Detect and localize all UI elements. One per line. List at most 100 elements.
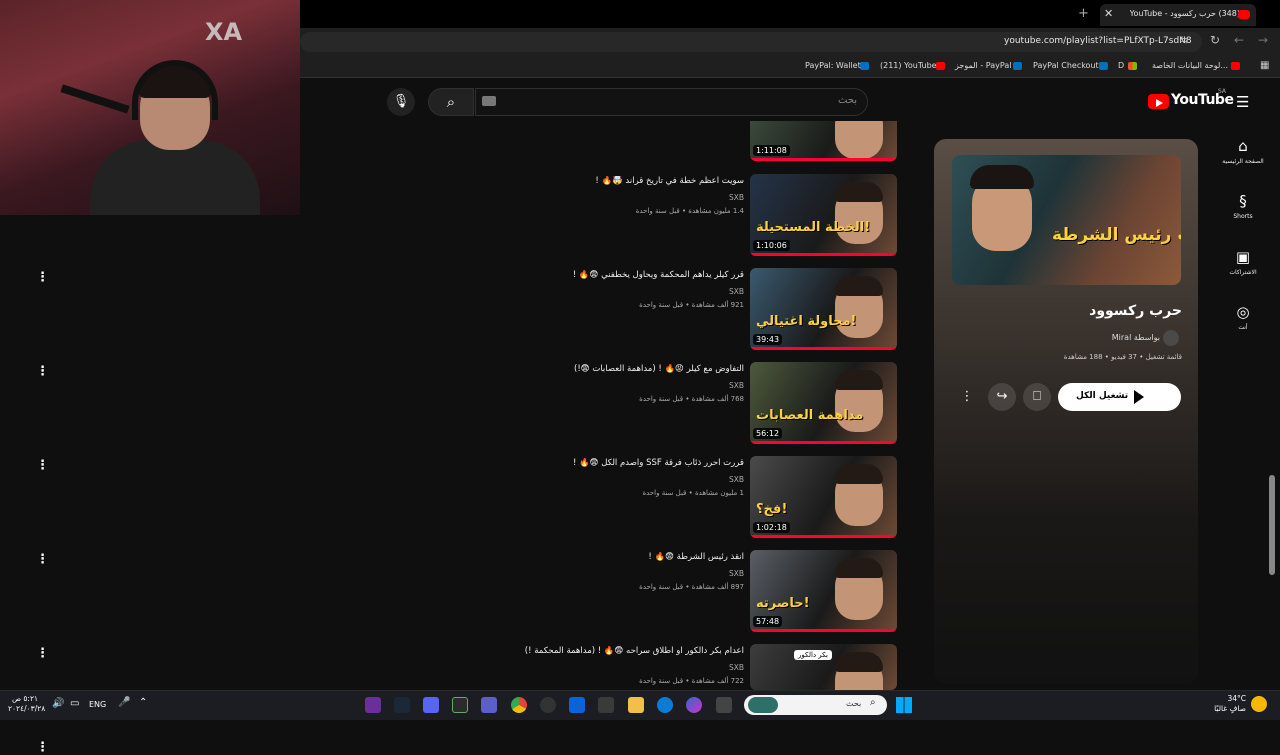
bookmark-item[interactable]: D [1118,61,1124,70]
sidebar-item-home[interactable]: ⌂ الصفحة الرئيسية [1220,137,1266,165]
browser-tab[interactable]: ✕ (348) حرب ركسوود - YouTube [1100,4,1256,26]
keyboard-icon[interactable] [482,96,496,106]
chevron-up-icon[interactable]: ⌃ [139,697,147,708]
search-input[interactable] [475,88,868,116]
back-icon[interactable]: ← [1234,33,1244,47]
bookmark-item[interactable]: PayPal Checkout [1033,61,1099,70]
bookmark-item[interactable]: (211) YouTube [880,61,937,70]
playlist-video-row[interactable]: محاولة اغتيالي! 39:43 قرر كيلر يداهم المحك… [420,268,900,354]
playlist-video-row[interactable]: فخ؟! 1:02:18 قررت احرر ذئاب فرقة SSF واصدم… [420,456,900,542]
video-thumbnail[interactable]: حاصرته! 57:48 [750,550,897,632]
app-icon[interactable] [540,697,556,713]
network-icon[interactable]: ▭ [70,698,79,709]
thumbnail-text: محاولة اغتيالي! [756,314,857,329]
windows-start-icon[interactable] [896,697,912,713]
playlist-owner[interactable]: Miral بواسطة [960,333,1160,342]
webcam-overlay: XA [0,0,300,215]
you-icon: ◎ [1236,303,1250,321]
bookmark-item[interactable]: PayPal: Wallet [805,61,861,70]
new-tab-button[interactable]: + [1078,6,1089,21]
thumbnail-text: حاصرته! [756,596,810,611]
input-language[interactable]: ENG [89,700,106,709]
chrome-icon[interactable] [511,697,527,713]
edge-icon[interactable] [657,697,673,713]
sidebar-item-you[interactable]: ◎ أنت [1220,303,1266,331]
forward-icon[interactable]: → [1258,33,1268,47]
video-channel[interactable]: SXB [420,663,744,672]
close-icon[interactable]: ✕ [1104,7,1113,20]
app-icon[interactable] [716,697,732,713]
thumbnail-text: بكر دالكور [794,650,832,660]
video-thumbnail[interactable]: فخ؟! 1:02:18 [750,456,897,538]
webcam-person-body [90,140,260,215]
thumbnail-face [835,121,883,159]
video-title[interactable]: اعدام بكر دالكور او اطلاق سراحه 😨🔥 ! (مد… [420,646,744,656]
more-vert-icon[interactable]: ⋮ [36,364,49,379]
sidebar-item-subscriptions[interactable]: ▣ الاشتراكات [1220,248,1266,276]
taskbar-weather[interactable]: 34°C صافٍ غالبًا [1212,694,1246,714]
teams-icon[interactable] [481,697,497,713]
apps-grid-icon[interactable]: ▦ [1260,60,1269,71]
microphone-icon[interactable]: 🎤 [118,697,130,708]
search-button[interactable]: ⌕ [428,88,474,116]
menu-icon[interactable]: ☰ [1236,93,1249,111]
voice-search-button[interactable]: 🎙 [387,88,415,116]
video-meta: 722 ألف مشاهدة • قبل سنة واحدة [639,677,744,685]
video-channel[interactable]: SXB [420,193,744,202]
more-vert-icon[interactable]: ⋮ [36,458,49,473]
more-vert-icon[interactable]: ⋮ [36,646,49,661]
video-title[interactable]: قررت احرر ذئاب فرقة SSF واصدم الكل 😨🔥 ! [420,458,744,468]
video-title[interactable]: التفاوض مع كيلر 😡🔥 ! (مداهمة العصابات 😨!… [420,364,744,374]
store-icon[interactable] [598,697,614,713]
video-thumbnail[interactable]: الخطة المستحيلة! 1:10:06 [750,174,897,256]
playlist-video-row[interactable]: 1:11:08 [420,121,900,161]
subscriptions-icon: ▣ [1235,248,1251,266]
video-channel[interactable]: SXB [420,569,744,578]
video-thumbnail[interactable]: محاولة اغتيالي! 39:43 [750,268,897,350]
more-actions-button[interactable]: ⋮ [953,383,981,411]
sidebar-item-shorts[interactable]: § Shorts [1220,192,1266,220]
bookmark-item[interactable]: الموجز - PayPal [955,61,1011,70]
mail-icon[interactable] [569,697,585,713]
app-icon[interactable] [365,697,381,713]
video-thumbnail[interactable]: مداهمة العصابات 56:12 [750,362,897,444]
playlist-thumbnail[interactable]: نائب رئيس الشرطة [952,155,1181,285]
discord-icon[interactable] [423,697,439,713]
playlist-video-row[interactable]: الخطة المستحيلة! 1:10:06 سويت اعظم خطة في … [420,174,900,260]
playlist-video-row[interactable]: مداهمة العصابات 56:12 التفاوض مع كيلر 😡🔥 !… [420,362,900,448]
play-icon [1156,99,1163,107]
tab-title: (348) حرب ركسوود - YouTube [1130,9,1240,18]
more-vert-icon[interactable]: ⋮ [36,740,49,755]
volume-icon[interactable]: 🔊 [52,698,64,709]
playlist-video-row[interactable]: حاصرته! 57:48 انقذ رئيس الشرطة 😨🔥 ! SXB 897 … [420,550,900,636]
steam-icon[interactable] [394,697,410,713]
video-channel[interactable]: SXB [420,381,744,390]
more-vert-icon[interactable]: ⋮ [36,270,49,285]
video-thumbnail[interactable]: بكر دالكور [750,644,897,690]
bookmark-item[interactable]: لوحة البيانات الخاصة... [1152,61,1228,70]
video-thumbnail[interactable]: 1:11:08 [750,121,897,161]
thumbnail-text: الخطة المستحيلة! [756,220,871,235]
video-channel[interactable]: SXB [420,287,744,296]
reload-icon[interactable]: ↻ [1210,33,1220,47]
copilot-icon[interactable] [686,697,702,713]
headset-icon [132,60,218,120]
page-settings-icon[interactable]: ⇆ [1180,35,1188,46]
video-duration: 1:11:08 [753,145,790,156]
play-all-button[interactable]: تشغيل الكل [1058,383,1181,411]
video-title[interactable]: سويت اعظم خطة في تاريخ قراند 🤯🔥 ! [420,176,744,186]
folder-icon[interactable] [628,697,644,713]
paypal-bookmark-icon [1013,62,1022,70]
share-button[interactable]: ↪ [988,383,1016,411]
paypal-bookmark-icon [1099,62,1108,70]
video-title[interactable]: انقذ رئيس الشرطة 😨🔥 ! [420,552,744,562]
scrollbar-thumb[interactable] [1269,475,1275,575]
xbox-icon[interactable] [452,697,468,713]
avatar[interactable] [1163,330,1179,346]
save-playlist-button[interactable]: ⎕ [1023,383,1051,411]
weather-temp: 34°C [1227,694,1246,703]
more-vert-icon[interactable]: ⋮ [36,552,49,567]
video-title[interactable]: قرر كيلر يداهم المحكمة ويحاول يخطفني 😨🔥 … [420,270,744,280]
taskbar-clock[interactable]: ٥:٢١ ص ٢٠٢٤/٠٣/٢٨ [8,694,45,714]
video-channel[interactable]: SXB [420,475,744,484]
